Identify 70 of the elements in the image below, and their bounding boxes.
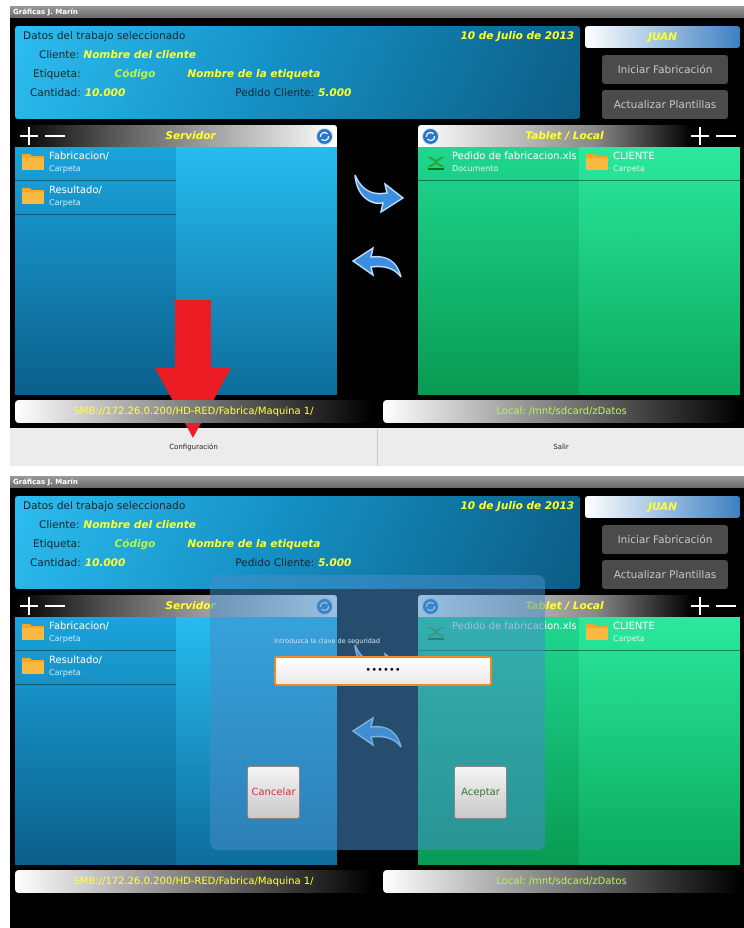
file-name: Pedido de fabricacion.xls xyxy=(452,621,577,632)
file-name: Fabricacion/ xyxy=(49,151,109,162)
field-value: Código xyxy=(114,68,156,80)
folder-icon xyxy=(21,185,45,205)
field-label: Cliente: xyxy=(39,49,80,61)
field-value: 10.000 xyxy=(84,557,126,569)
refresh-icon[interactable] xyxy=(316,128,333,144)
minus-icon[interactable] xyxy=(45,604,65,608)
field-value: Código xyxy=(114,538,156,550)
confirm-button[interactable]: Aceptar xyxy=(454,766,507,819)
minus-icon[interactable] xyxy=(716,604,736,608)
plus-icon[interactable] xyxy=(690,126,710,146)
file-name: Fabricacion/ xyxy=(49,621,109,632)
folder-icon xyxy=(585,621,609,641)
file-item[interactable]: Resultado/ Carpeta xyxy=(15,651,176,685)
field-value: Nombre del cliente xyxy=(83,49,196,61)
field-label: Cliente: xyxy=(39,519,80,531)
folder-icon xyxy=(585,151,609,171)
folder-icon xyxy=(21,655,45,675)
field-label: Cantidad: xyxy=(30,557,81,569)
date-text: 10 de Julio de 2013 xyxy=(460,500,574,512)
field-value: 5.000 xyxy=(318,87,352,99)
file-item[interactable]: Resultado/ Carpeta xyxy=(15,181,176,215)
panel-title: Servidor xyxy=(164,600,217,612)
field-value: Nombre del cliente xyxy=(83,519,196,531)
file-type: Carpeta xyxy=(49,198,82,207)
file-name: CLIENTE xyxy=(613,621,655,632)
field-value: Nombre de la etiqueta xyxy=(187,538,320,550)
field-label: Pedido Cliente: xyxy=(235,557,314,569)
file-name: CLIENTE xyxy=(613,151,655,162)
file-name: Resultado/ xyxy=(49,655,102,666)
user-name: JUAN xyxy=(648,501,677,513)
action-button[interactable]: Actualizar Plantillas xyxy=(602,560,728,589)
cancel-button[interactable]: Cancelar xyxy=(247,766,300,819)
date-text: 10 de Julio de 2013 xyxy=(460,30,574,42)
file-type: Carpeta xyxy=(613,164,646,173)
file-type: Carpeta xyxy=(49,164,82,173)
action-button[interactable]: Actualizar Plantillas xyxy=(602,90,728,119)
file-name: Pedido de fabricacion.xls xyxy=(452,151,577,162)
minus-icon[interactable] xyxy=(45,134,65,138)
field-value: 10.000 xyxy=(84,87,126,99)
action-button[interactable]: Iniciar Fabricación xyxy=(602,55,728,84)
file-item[interactable]: Fabricacion/ Carpeta xyxy=(15,147,176,181)
plus-icon[interactable] xyxy=(690,596,710,616)
minus-icon[interactable] xyxy=(716,134,736,138)
password-field[interactable]: •••••• xyxy=(274,656,492,686)
folder-icon xyxy=(21,621,45,641)
field-label: Cantidad: xyxy=(30,87,81,99)
panel-title: Tablet / Local xyxy=(524,600,605,612)
file-type: Carpeta xyxy=(49,668,82,677)
panel-heading: Datos del trabajo seleccionado xyxy=(23,500,186,512)
panel-heading: Datos del trabajo seleccionado xyxy=(23,30,186,42)
field-value: Nombre de la etiqueta xyxy=(187,68,320,80)
plus-icon[interactable] xyxy=(19,126,39,146)
panel-title: Servidor xyxy=(164,130,217,142)
refresh-icon[interactable] xyxy=(422,128,439,144)
file-type: Documento xyxy=(452,164,500,173)
file-name: Resultado/ xyxy=(49,185,102,196)
field-label: Etiqueta: xyxy=(33,538,81,550)
field-label: Etiqueta: xyxy=(33,68,81,80)
plus-icon[interactable] xyxy=(19,596,39,616)
file-item[interactable]: Fabricacion/ Carpeta xyxy=(15,617,176,651)
panel-title: Tablet / Local xyxy=(524,130,605,142)
field-value: 5.000 xyxy=(318,557,352,569)
file-type: Carpeta xyxy=(49,634,82,643)
action-button[interactable]: Iniciar Fabricación xyxy=(602,525,728,554)
user-name: JUAN xyxy=(648,31,677,43)
folder-icon xyxy=(21,151,45,171)
field-label: Pedido Cliente: xyxy=(235,87,314,99)
file-type: Carpeta xyxy=(613,634,646,643)
